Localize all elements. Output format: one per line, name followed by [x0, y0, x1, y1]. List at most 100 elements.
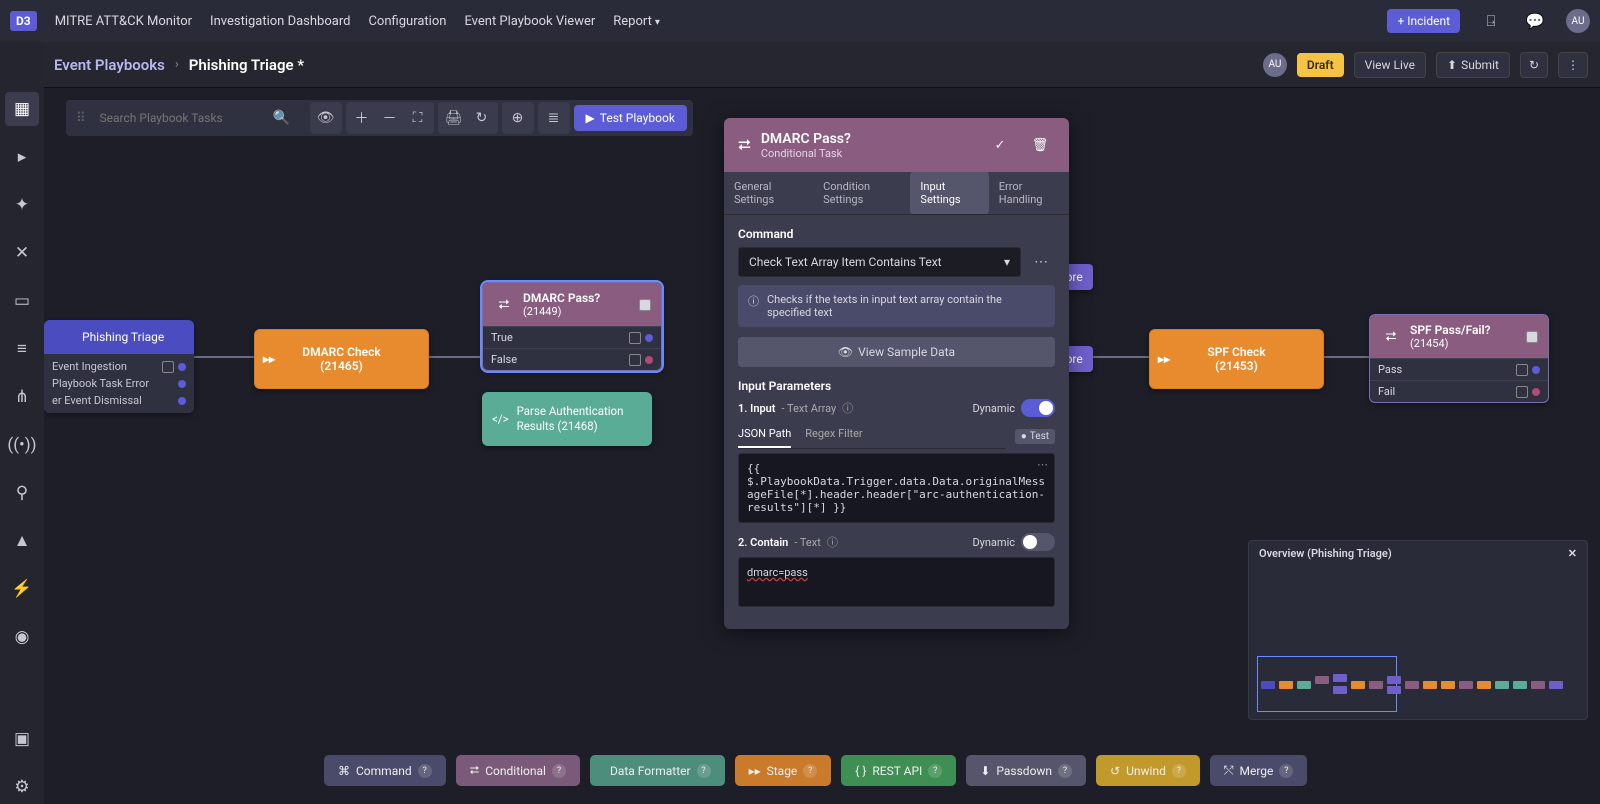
help-icon[interactable]: [1279, 764, 1293, 778]
nav-playbook-viewer[interactable]: Event Playbook Viewer: [464, 14, 595, 29]
conditional-icon: ⮂: [738, 135, 751, 155]
rail-shield-icon[interactable]: ▲: [5, 524, 39, 558]
tab-general[interactable]: General Settings: [724, 172, 813, 214]
nav-report[interactable]: Report: [613, 14, 660, 29]
delete-button[interactable]: 🗑: [1025, 130, 1055, 160]
rail-database-icon[interactable]: ≡: [5, 332, 39, 366]
palette-stage[interactable]: ▸▸Stage: [735, 755, 832, 786]
canvas[interactable]: ⠿ 🔍 👁 ＋ － ⛶ 🖨 ↻ ⊕ ≣ ▶Test Playbook Phish…: [44, 88, 1600, 804]
grip-icon[interactable]: ⠿: [72, 111, 90, 126]
command-info: ⓘ Checks if the texts in input text arra…: [738, 285, 1055, 327]
node-parse-auth[interactable]: </> Parse Authentication Results (21468): [482, 392, 652, 446]
rail-tools-icon[interactable]: ✕: [5, 236, 39, 270]
search-icon[interactable]: 🔍: [268, 104, 296, 132]
download-icon[interactable]: ⍈: [1478, 8, 1504, 34]
command-select[interactable]: Check Text Array Item Contains Text▾: [738, 247, 1021, 277]
trigger-row[interactable]: Playbook Task Error: [44, 375, 194, 392]
expand-icon[interactable]: [1526, 331, 1538, 343]
help-icon[interactable]: [418, 764, 432, 778]
rail-calendar-icon[interactable]: ▭: [5, 284, 39, 318]
palette-merge[interactable]: ⤲Merge: [1210, 755, 1308, 786]
nav-configuration[interactable]: Configuration: [368, 14, 446, 29]
rail-globe-icon[interactable]: ⚲: [5, 476, 39, 510]
cond-row-false[interactable]: False: [483, 348, 661, 370]
palette-conditional[interactable]: ⮂Conditional: [456, 755, 580, 786]
zoom-out-icon[interactable]: －: [376, 104, 404, 132]
breadcrumb-root[interactable]: Event Playbooks: [54, 56, 165, 74]
close-icon[interactable]: ✕: [1568, 547, 1577, 560]
globe-icon[interactable]: ⊕: [504, 104, 532, 132]
palette-data-formatter[interactable]: Data Formatter: [590, 755, 725, 786]
help-icon[interactable]: [803, 764, 817, 778]
palette-rest-api[interactable]: { }REST API: [841, 755, 956, 786]
trigger-row[interactable]: Event Ingestion: [44, 358, 194, 375]
avatar[interactable]: AU: [1566, 9, 1590, 33]
rail-play-icon[interactable]: ▸: [5, 140, 39, 174]
palette-unwind[interactable]: ↺Unwind: [1096, 755, 1200, 786]
contain-input[interactable]: dmarc=pass: [738, 557, 1055, 607]
fit-icon[interactable]: ⛶: [404, 104, 432, 132]
tab-condition[interactable]: Condition Settings: [813, 172, 910, 214]
node-dmarc-pass[interactable]: ⮂ DMARC Pass?(21449) True False: [482, 282, 662, 371]
incident-button[interactable]: + Incident: [1387, 9, 1460, 33]
dynamic-toggle-input[interactable]: [1021, 399, 1055, 417]
list-icon[interactable]: ≣: [540, 104, 568, 132]
info-icon[interactable]: ⓘ: [827, 534, 838, 550]
command-label: Command: [738, 227, 1055, 241]
trigger-row[interactable]: er Event Dismissal: [44, 392, 194, 409]
test-playbook-button[interactable]: ▶Test Playbook: [574, 105, 687, 131]
overview-minimap[interactable]: [1249, 566, 1587, 716]
draft-badge[interactable]: Draft: [1297, 53, 1344, 77]
nav-investigation[interactable]: Investigation Dashboard: [210, 14, 350, 29]
help-icon[interactable]: [552, 764, 566, 778]
chat-icon[interactable]: 💬: [1522, 8, 1548, 34]
rail-bolt-icon[interactable]: ⚡: [5, 572, 39, 606]
cond-row-true[interactable]: True: [483, 326, 661, 348]
more-button[interactable]: ⋮: [1558, 52, 1588, 78]
subtab-regex[interactable]: Regex Filter: [805, 423, 862, 448]
dynamic-toggle-contain[interactable]: [1021, 533, 1055, 551]
palette-passdown[interactable]: ⬇Passdown: [966, 755, 1086, 786]
test-button[interactable]: ●Test: [1015, 429, 1055, 444]
help-icon[interactable]: [928, 764, 942, 778]
help-icon[interactable]: [697, 764, 711, 778]
tab-error[interactable]: Error Handling: [989, 172, 1069, 214]
rail-settings-icon[interactable]: ⚙: [5, 770, 39, 804]
node-spf-check[interactable]: ▸▸ SPF Check(21453): [1149, 329, 1324, 389]
history-button[interactable]: ↻: [1520, 52, 1548, 78]
node-dmarc-check[interactable]: ▸▸ DMARC Check(21465): [254, 329, 429, 389]
rail-playbook-icon[interactable]: ▦: [5, 92, 39, 126]
submit-button[interactable]: ⬆Submit: [1436, 52, 1510, 78]
eye-icon[interactable]: 👁: [312, 104, 340, 132]
help-icon[interactable]: [1058, 764, 1072, 778]
panel-subtitle: Conditional Task: [761, 147, 975, 160]
cond-row-fail[interactable]: Fail: [1370, 380, 1548, 402]
node-trigger[interactable]: Phishing Triage Event Ingestion Playbook…: [44, 320, 194, 413]
more-icon[interactable]: ⋯: [1037, 458, 1048, 471]
palette-icon: ⌘: [338, 764, 350, 778]
header-avatar[interactable]: AU: [1263, 53, 1287, 77]
zoom-in-icon[interactable]: ＋: [348, 104, 376, 132]
help-icon[interactable]: [1172, 764, 1186, 778]
search-input[interactable]: [94, 107, 264, 129]
nav-mitre[interactable]: MITRE ATT&CK Monitor: [55, 14, 192, 29]
refresh-icon[interactable]: ↻: [468, 104, 496, 132]
command-more-icon[interactable]: ⋯: [1027, 248, 1055, 276]
cond-row-pass[interactable]: Pass: [1370, 358, 1548, 380]
palette-command[interactable]: ⌘Command: [324, 755, 446, 786]
rail-fingerprint-icon[interactable]: ◉: [5, 620, 39, 654]
rail-puzzle-icon[interactable]: ✦: [5, 188, 39, 222]
subtab-json-path[interactable]: JSON Path: [738, 423, 791, 448]
json-path-input[interactable]: {{ $.PlaybookData.Trigger.data.Data.orig…: [738, 453, 1055, 523]
node-spf-pass[interactable]: ⮂ SPF Pass/Fail?(21454) Pass Fail: [1369, 314, 1549, 403]
view-sample-button[interactable]: 👁View Sample Data: [738, 337, 1055, 367]
confirm-button[interactable]: ✓: [985, 130, 1015, 160]
tab-input[interactable]: Input Settings: [910, 172, 988, 214]
expand-icon[interactable]: [639, 299, 651, 311]
rail-folder-icon[interactable]: ▣: [5, 722, 39, 756]
print-icon[interactable]: 🖨: [440, 104, 468, 132]
rail-share-icon[interactable]: ⋔: [5, 380, 39, 414]
rail-signal-icon[interactable]: ((•)): [5, 428, 39, 462]
view-live-button[interactable]: View Live: [1354, 52, 1426, 78]
info-icon[interactable]: ⓘ: [842, 400, 853, 416]
